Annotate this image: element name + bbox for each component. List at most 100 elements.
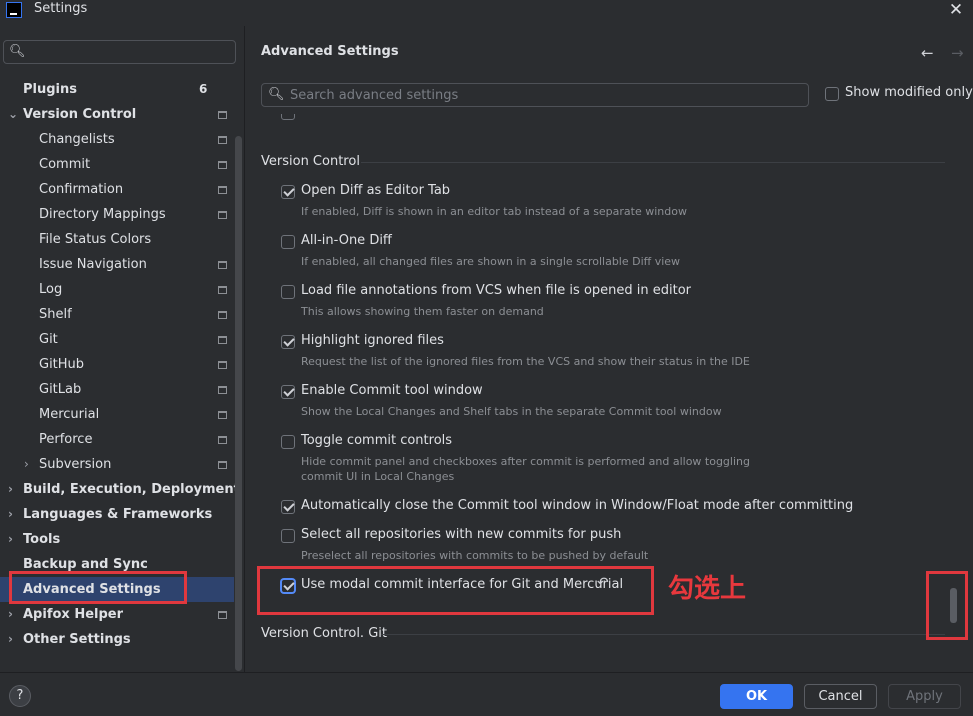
window-title: Settings (34, 1, 88, 16)
sidebar-item-label: Other Settings (23, 632, 131, 647)
section-divider (361, 162, 945, 163)
sidebar-scrollbar[interactable] (235, 136, 242, 671)
project-level-icon (218, 411, 227, 419)
sidebar-item-perforce[interactable]: Perforce (0, 427, 234, 452)
section-version-control-git: Version Control. Git (261, 626, 387, 641)
chevron-right-icon[interactable]: › (24, 452, 29, 477)
option-title: Use modal commit interface for Git and M… (301, 577, 624, 592)
option-title: Load file annotations from VCS when file… (301, 283, 692, 298)
settings-tree: Plugins 6 ⌄ Version Control Changelists Commi… (0, 77, 240, 652)
sidebar-item-gitlab[interactable]: GitLab (0, 377, 234, 402)
apply-button[interactable]: Apply (888, 684, 961, 709)
project-level-icon (218, 336, 227, 344)
show-modified-checkbox-box[interactable] (825, 87, 839, 101)
option-checkbox[interactable] (281, 579, 295, 593)
option-checkbox[interactable] (281, 500, 295, 514)
cancel-button[interactable]: Cancel (804, 684, 877, 709)
plugins-count-badge: 6 (199, 82, 208, 96)
page-title: Advanced Settings (261, 44, 399, 59)
chevron-right-icon[interactable]: › (8, 627, 13, 652)
option-description: If enabled, Diff is shown in an editor t… (301, 205, 687, 218)
sidebar-item-git[interactable]: Git (0, 327, 234, 352)
sidebar-item-issue-navigation[interactable]: Issue Navigation (0, 252, 234, 277)
sidebar-item-shelf[interactable]: Shelf (0, 302, 234, 327)
chevron-right-icon[interactable]: › (8, 527, 13, 552)
option-title: Open Diff as Editor Tab (301, 183, 451, 198)
sidebar-item-label: Plugins (23, 82, 77, 97)
chevron-right-icon[interactable]: › (8, 602, 13, 627)
content-panel: Advanced Settings ← → 🔍︎ Show modified o… (245, 26, 973, 672)
close-icon[interactable]: ✕ (945, 0, 967, 22)
option-checkbox[interactable] (281, 235, 295, 249)
ok-button[interactable]: OK (720, 684, 793, 709)
sidebar-item-version-control[interactable]: ⌄ Version Control (0, 102, 234, 127)
project-level-icon (218, 286, 227, 294)
sidebar-item-confirmation[interactable]: Confirmation (0, 177, 234, 202)
sidebar-item-label: Git (39, 332, 58, 347)
sidebar-search-input[interactable]: 🔍︎ (3, 40, 236, 64)
project-level-icon (218, 311, 227, 319)
sidebar-item-advanced-settings[interactable]: Advanced Settings (0, 577, 234, 602)
option-checkbox[interactable] (281, 385, 295, 399)
sidebar-item-label: Languages & Frameworks (23, 507, 213, 522)
sidebar-item-label: GitHub (39, 357, 85, 372)
option-checkbox[interactable] (281, 435, 295, 449)
sidebar-item-backup-and-sync[interactable]: Backup and Sync (0, 552, 234, 577)
sidebar-item-file-status-colors[interactable]: File Status Colors (0, 227, 234, 252)
sidebar-item-plugins[interactable]: Plugins 6 (0, 77, 234, 102)
sidebar-item-subversion[interactable]: › Subversion (0, 452, 234, 477)
sidebar-item-languages-frameworks[interactable]: › Languages & Frameworks (0, 502, 234, 527)
revert-icon[interactable]: ↶ (597, 575, 609, 591)
sidebar-item-label: Commit (39, 157, 91, 172)
advanced-search-input[interactable] (290, 86, 800, 104)
sidebar-item-other-settings[interactable]: › Other Settings (0, 627, 234, 652)
sidebar-item-build-execution-deployment[interactable]: › Build, Execution, Deployment (0, 477, 240, 502)
partial-option-row[interactable] (281, 114, 295, 120)
sidebar-item-label: Shelf (39, 307, 72, 322)
sidebar-item-directory-mappings[interactable]: Directory Mappings (0, 202, 234, 227)
sidebar-item-label: Log (39, 282, 63, 297)
project-level-icon (218, 261, 227, 269)
sidebar-item-label: Version Control (23, 107, 137, 122)
partial-checkbox[interactable] (281, 114, 295, 120)
help-icon[interactable]: ? (9, 685, 31, 707)
sidebar-item-apifox-helper[interactable]: › Apifox Helper (0, 602, 234, 627)
chevron-right-icon[interactable]: › (8, 477, 13, 502)
chevron-right-icon[interactable]: › (8, 502, 13, 527)
option-checkbox[interactable] (281, 285, 295, 299)
sidebar-item-commit[interactable]: Commit (0, 152, 234, 177)
sidebar-item-label: Directory Mappings (39, 207, 166, 222)
project-level-icon (218, 461, 227, 469)
back-arrow-icon[interactable]: ← (921, 44, 934, 62)
sidebar-item-mercurial[interactable]: Mercurial (0, 402, 234, 427)
option-checkbox[interactable] (281, 529, 295, 543)
project-level-icon (218, 386, 227, 394)
project-level-icon (218, 211, 227, 219)
option-checkbox[interactable] (281, 335, 295, 349)
settings-scroll-area: Version Control Open Diff as Editor Tab I… (245, 114, 973, 672)
sidebar-item-label: Confirmation (39, 182, 124, 197)
option-checkbox[interactable] (281, 185, 295, 199)
project-level-icon (218, 361, 227, 369)
sidebar-item-changelists[interactable]: Changelists (0, 127, 234, 152)
option-description: Show the Local Changes and Shelf tabs in… (301, 405, 722, 418)
sidebar-item-label: Perforce (39, 432, 93, 447)
project-level-icon (218, 186, 227, 194)
option-title: Enable Commit tool window (301, 383, 483, 398)
sidebar-item-label: Tools (23, 532, 61, 547)
option-title: All-in-One Diff (301, 233, 392, 248)
chevron-down-icon[interactable]: ⌄ (8, 102, 18, 127)
sidebar-item-label: File Status Colors (39, 232, 152, 247)
sidebar-item-tools[interactable]: › Tools (0, 527, 234, 552)
forward-arrow-icon[interactable]: → (951, 44, 964, 62)
sidebar-item-log[interactable]: Log (0, 277, 234, 302)
intellij-app-icon (6, 2, 22, 18)
sidebar-item-github[interactable]: GitHub (0, 352, 234, 377)
option-title: Select all repositories with new commits… (301, 527, 622, 542)
option-title: Highlight ignored files (301, 333, 444, 348)
content-scrollbar-thumb[interactable] (950, 588, 957, 623)
sidebar-item-label: Build, Execution, Deployment (23, 482, 240, 497)
advanced-search-field[interactable]: 🔍︎ (261, 83, 809, 107)
option-title: Toggle commit controls (301, 433, 453, 448)
project-level-icon (218, 111, 227, 119)
